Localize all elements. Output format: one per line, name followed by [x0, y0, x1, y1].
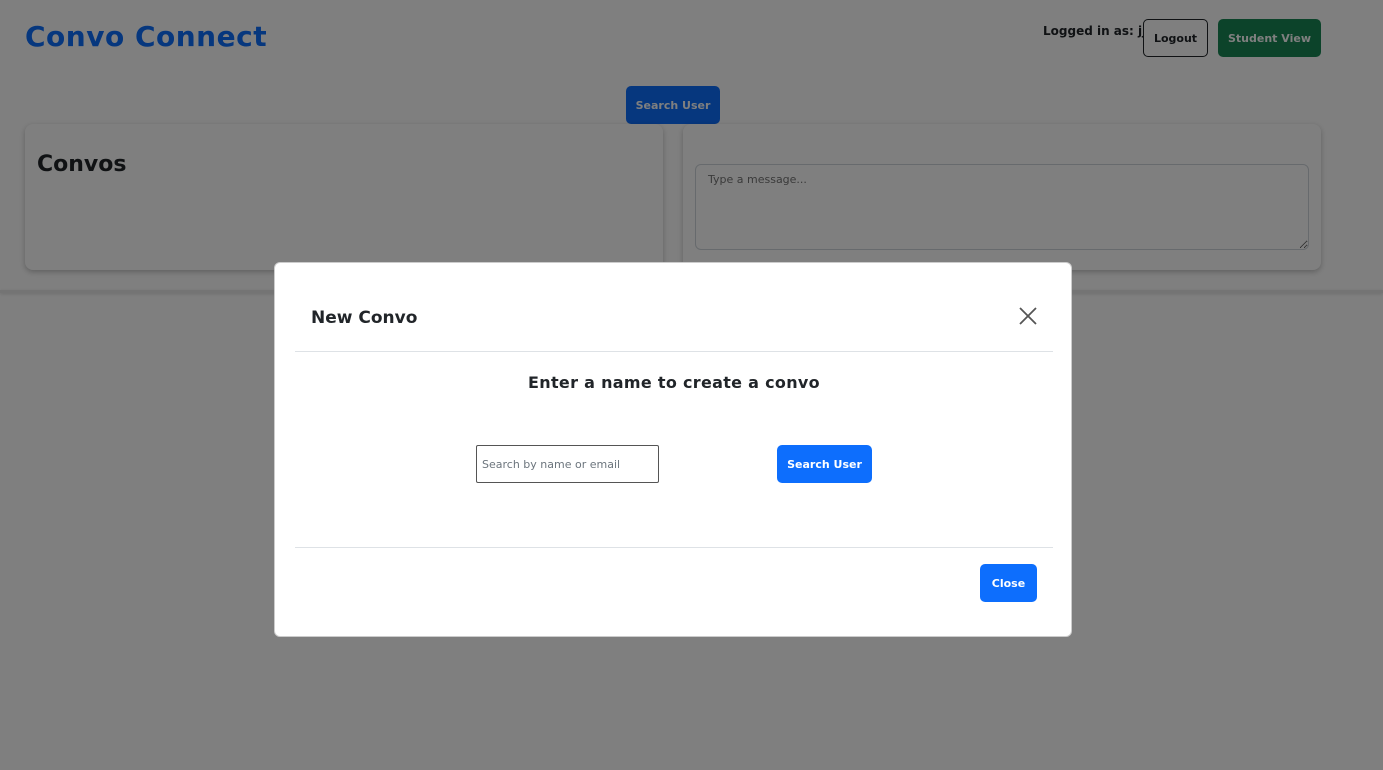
new-convo-modal: New Convo Enter a name to create a convo…: [274, 262, 1072, 637]
modal-search-user-button[interactable]: Search User: [777, 445, 872, 483]
close-icon[interactable]: [1017, 305, 1039, 327]
search-input[interactable]: [476, 445, 659, 483]
modal-title: New Convo: [311, 308, 418, 328]
modal-heading: Enter a name to create a convo: [528, 373, 820, 392]
modal-header-divider: [295, 351, 1053, 352]
close-button[interactable]: Close: [980, 564, 1037, 602]
modal-footer-divider: [295, 547, 1053, 548]
